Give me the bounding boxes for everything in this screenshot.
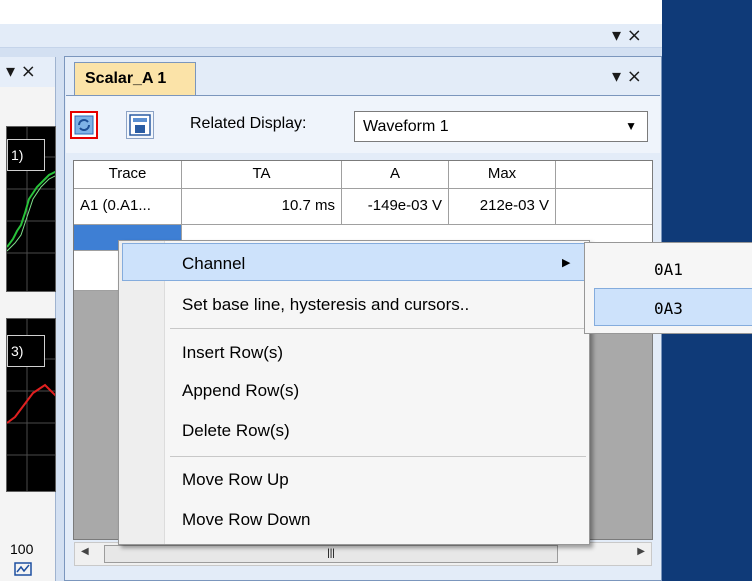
panel-dropdown-close-icon[interactable]: ▾ × [612,68,642,86]
column-header-ta[interactable]: TA [182,161,342,189]
table-cell-trace[interactable]: A1 (0.A1... [74,189,182,225]
submenu-item-0a1[interactable]: 0A1 [654,260,683,279]
related-display-value: Waveform 1 [363,118,449,135]
outer-title-bar: ▾ × [0,24,662,48]
menu-item-delete-rows[interactable]: Delete Row(s) [182,421,290,441]
table-cell-ta[interactable]: 10.7 ms [182,189,342,225]
menu-item-move-row-up[interactable]: Move Row Up [182,470,289,490]
submenu-item-0a3-label: 0A3 [654,299,683,318]
left-panel-header: ▾ × [0,57,56,87]
related-display-select[interactable]: Waveform 1 ▼ [354,111,648,142]
waveform-preview-2: 3) [6,318,56,492]
scroll-right-icon[interactable]: ▶ [637,546,645,557]
save-display-icon [129,114,151,136]
scroll-left-icon[interactable]: ◀ [81,546,89,557]
column-header-trace[interactable]: Trace [74,161,182,189]
left-panel-value: 100 [10,541,34,557]
menu-item-append-rows[interactable]: Append Row(s) [182,381,299,401]
menu-item-set-base-line[interactable]: Set base line, hysteresis and cursors.. [182,295,469,315]
column-header-empty [556,161,652,189]
refresh-button[interactable] [70,111,98,139]
menu-item-insert-rows[interactable]: Insert Row(s) [182,343,283,363]
table-cell-empty [556,189,652,225]
context-menu-gutter [119,241,165,544]
menu-separator [170,328,586,329]
column-header-max[interactable]: Max [449,161,556,189]
scrollbar-thumb[interactable]: ||| [104,545,558,563]
refresh-icon [74,115,94,135]
outer-dropdown-close-icon[interactable]: ▾ × [612,27,642,45]
tab-scalar-a1[interactable]: Scalar_A 1 [74,62,196,95]
fit-icon[interactable] [14,562,32,576]
waveform-preview-1: 1) [6,126,56,292]
menu-item-move-row-down[interactable]: Move Row Down [182,510,311,530]
menu-separator [170,456,586,457]
left-panel-dropdown-close-icon[interactable]: ▾ × [6,63,36,81]
submenu-arrow-icon: ▶ [562,257,571,269]
trace-label-box-1: 1) [7,139,45,171]
top-strip [0,0,662,24]
trace-label-box-2: 3) [7,335,45,367]
chevron-down-icon: ▼ [625,119,637,133]
column-header-a[interactable]: A [342,161,449,189]
save-display-button[interactable] [126,111,154,139]
related-display-label: Related Display: [190,115,307,132]
table-cell-max[interactable]: 212e-03 V [449,189,556,225]
table-cell-a[interactable]: -149e-03 V [342,189,449,225]
menu-item-channel-label: Channel [182,254,246,273]
